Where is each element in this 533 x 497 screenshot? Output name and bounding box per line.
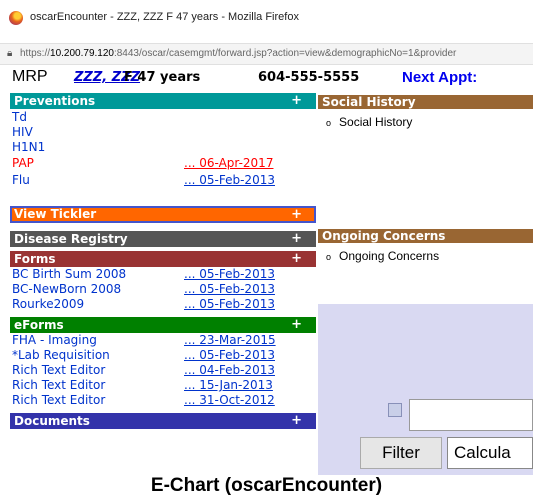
item-date: ... 05-Feb-2013	[184, 173, 275, 187]
item-label: *Lab Requisition	[12, 348, 110, 362]
search-input[interactable]	[409, 399, 533, 431]
window-title: oscarEncounter - ZZZ, ZZZ F 47 years - M…	[30, 11, 299, 23]
item-label: Rich Text Editor	[12, 363, 106, 377]
item-label: Rourke2009	[12, 297, 85, 311]
social-history-header[interactable]: Social History	[318, 95, 533, 109]
preventions-header[interactable]: Preventions +	[10, 93, 316, 109]
list-item[interactable]: o Social History	[326, 115, 412, 129]
disease-registry-header[interactable]: Disease Registry +	[10, 231, 316, 247]
documents-add-icon[interactable]: +	[291, 413, 302, 429]
patient-phone: 604-555-5555	[258, 70, 360, 85]
item-date: ... 05-Feb-2013	[184, 282, 275, 296]
social-history-title: Social History	[322, 95, 416, 109]
url-text[interactable]: https://10.200.79.120:8443/oscar/casemgm…	[20, 48, 456, 59]
forms-header[interactable]: Forms +	[10, 251, 316, 267]
url-rest: :8443/oscar/casemgmt/forward.jsp?action=…	[113, 48, 457, 59]
tickler-focus-outline	[10, 206, 316, 223]
list-item[interactable]: o Ongoing Concerns	[326, 249, 439, 263]
list-item[interactable]: H1N1	[10, 140, 316, 155]
documents-title: Documents	[14, 414, 90, 428]
list-item[interactable]: Rich Text Editor ... 04-Feb-2013	[10, 363, 316, 378]
disease-registry-title: Disease Registry	[14, 232, 128, 246]
window-titlebar: oscarEncounter - ZZZ, ZZZ F 47 years - M…	[0, 0, 533, 38]
firefox-icon	[9, 11, 23, 25]
search-icon[interactable]	[388, 403, 402, 417]
item-label: Rich Text Editor	[12, 378, 106, 392]
documents-header[interactable]: Documents +	[10, 413, 316, 429]
item-label: BC Birth Sum 2008	[12, 267, 127, 281]
figure-caption: E-Chart (oscarEncounter)	[0, 475, 533, 497]
preventions-add-icon[interactable]: +	[291, 93, 302, 109]
item-label: Td	[12, 110, 27, 124]
lock-icon: 🔒︎	[7, 48, 13, 59]
list-item[interactable]: Flu ... 05-Feb-2013	[10, 173, 316, 188]
eforms-title: eForms	[14, 318, 64, 332]
address-bar[interactable]: 🔒︎ https://10.200.79.120:8443/oscar/case…	[0, 43, 533, 65]
url-prefix: https://	[20, 48, 51, 59]
list-item[interactable]: Rich Text Editor ... 15-Jan-2013	[10, 378, 316, 393]
list-item[interactable]: BC-NewBorn 2008 ... 05-Feb-2013	[10, 282, 316, 297]
eforms-add-icon[interactable]: +	[291, 317, 302, 333]
forms-add-icon[interactable]: +	[291, 251, 302, 267]
patient-info: F 47 years	[124, 70, 201, 85]
next-appt-label: Next Appt:	[402, 69, 478, 86]
item-label: HIV	[12, 125, 33, 139]
left-nav: Preventions + Td HIV H1N1 PAP ... 06-Apr-…	[10, 93, 316, 475]
preventions-title: Preventions	[14, 94, 96, 108]
patient-bar: MRP ZZZ, ZZZ F 47 years 604-555-5555 Nex…	[0, 66, 533, 90]
bullet-icon: o	[326, 118, 332, 128]
item-date: ... 04-Feb-2013	[184, 363, 275, 377]
url-host: 10.200.79.120	[50, 48, 114, 59]
item-label: Flu	[12, 173, 30, 187]
item-label: Rich Text Editor	[12, 393, 106, 407]
ongoing-concerns-title: Ongoing Concerns	[322, 229, 446, 243]
list-item[interactable]: BC Birth Sum 2008 ... 05-Feb-2013	[10, 267, 316, 282]
item-label: BC-NewBorn 2008	[12, 282, 122, 296]
disease-registry-add-icon[interactable]: +	[291, 231, 302, 247]
item-date: ... 31-Oct-2012	[184, 393, 275, 407]
item-date: ... 23-Mar-2015	[184, 333, 276, 347]
calculator-select[interactable]: Calcula	[447, 437, 533, 469]
item-label: PAP	[12, 156, 34, 170]
ongoing-concerns-header[interactable]: Ongoing Concerns	[318, 229, 533, 243]
eforms-header[interactable]: eForms +	[10, 317, 316, 333]
list-item[interactable]: Rich Text Editor ... 31-Oct-2012	[10, 393, 316, 408]
item-date: ... 15-Jan-2013	[184, 378, 273, 392]
item-date: ... 05-Feb-2013	[184, 348, 275, 362]
list-item[interactable]: PAP ... 06-Apr-2017	[10, 156, 316, 171]
list-item[interactable]: *Lab Requisition ... 05-Feb-2013	[10, 348, 316, 363]
item-date: ... 05-Feb-2013	[184, 297, 275, 311]
item-label: FHA - Imaging	[12, 333, 97, 347]
mrp-label: MRP	[12, 68, 48, 85]
ongoing-concerns-item: Ongoing Concerns	[339, 249, 440, 263]
bullet-icon: o	[326, 252, 332, 262]
list-item[interactable]: HIV	[10, 125, 316, 140]
forms-title: Forms	[14, 252, 56, 266]
list-item[interactable]: Td	[10, 110, 316, 125]
list-item[interactable]: Rourke2009 ... 05-Feb-2013	[10, 297, 316, 312]
list-item[interactable]: FHA - Imaging ... 23-Mar-2015	[10, 333, 316, 348]
item-date: ... 05-Feb-2013	[184, 267, 275, 281]
item-label: H1N1	[12, 140, 46, 154]
filter-button[interactable]: Filter	[360, 437, 442, 469]
social-history-item: Social History	[339, 115, 413, 129]
item-date: ... 06-Apr-2017	[184, 156, 274, 170]
